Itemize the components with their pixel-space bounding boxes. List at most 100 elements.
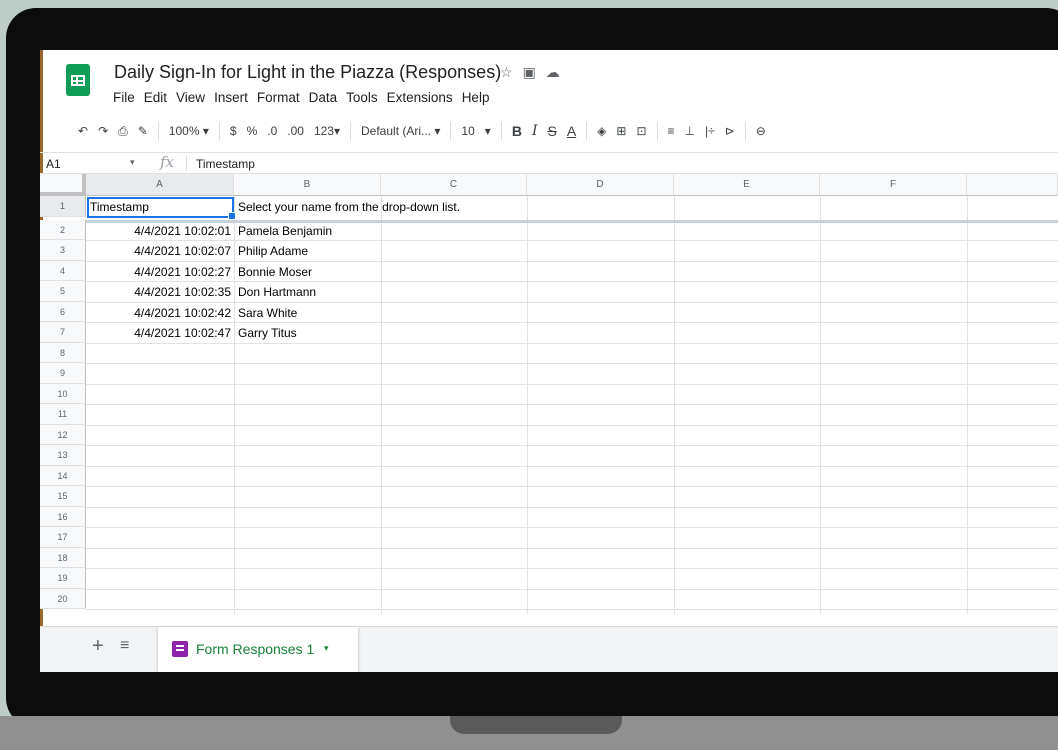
row-header-2[interactable]: 2: [40, 219, 86, 240]
row-header-3[interactable]: 3: [40, 240, 86, 261]
percent-button[interactable]: %: [247, 124, 258, 138]
italic-button[interactable]: I: [532, 123, 538, 139]
text-wrap-icon[interactable]: |÷: [705, 124, 715, 138]
spreadsheet-grid[interactable]: A B C D E F 1 2 3 4 5 6 7 8 9 10 11 12 13 14 15 16 17 18 1…: [40, 174, 1058, 614]
cell-a2[interactable]: 4/4/2021 10:02:01: [87, 221, 234, 241]
row-header-12[interactable]: 12: [40, 424, 86, 445]
row-header-20[interactable]: 20: [40, 588, 86, 609]
paint-format-icon[interactable]: ✎: [138, 124, 148, 138]
cell-a7[interactable]: 4/4/2021 10:02:47: [87, 323, 234, 343]
sheet-tab-form-responses[interactable]: Form Responses 1 ▾: [158, 627, 358, 672]
cell-a4[interactable]: 4/4/2021 10:02:27: [87, 262, 234, 282]
select-all-corner[interactable]: [40, 174, 86, 196]
sheet-tab-bar: + ≡ Form Responses 1 ▾: [40, 626, 1058, 672]
all-sheets-icon[interactable]: ≡: [120, 637, 129, 655]
merge-cells-icon[interactable]: ⊡: [636, 124, 646, 138]
menu-help[interactable]: Help: [462, 90, 490, 105]
chevron-down-icon[interactable]: ▾: [324, 643, 329, 654]
cell-b6[interactable]: Sara White: [235, 303, 381, 323]
strikethrough-button[interactable]: S: [547, 123, 556, 139]
add-sheet-button[interactable]: +: [92, 635, 104, 658]
menu-edit[interactable]: Edit: [144, 90, 167, 105]
chevron-down-icon[interactable]: ▾: [130, 157, 135, 168]
row-header-17[interactable]: 17: [40, 527, 86, 548]
text-rotate-icon[interactable]: ⊳: [725, 124, 735, 138]
row-header-9[interactable]: 9: [40, 363, 86, 384]
chevron-down-icon: ▾: [333, 124, 340, 138]
redo-icon[interactable]: ↷: [98, 124, 108, 138]
document-title[interactable]: Daily Sign-In for Light in the Piazza (R…: [114, 62, 501, 83]
sheets-logo-icon[interactable]: [66, 64, 90, 96]
more-formats-label: 123: [313, 124, 334, 138]
row-gridline: [86, 568, 1058, 569]
vertical-align-icon[interactable]: ⊥: [685, 124, 695, 138]
text-color-button[interactable]: A: [567, 123, 576, 139]
undo-icon[interactable]: ↶: [78, 124, 88, 138]
row-header-15[interactable]: 15: [40, 486, 86, 507]
cloud-status-icon[interactable]: ☁: [546, 64, 560, 81]
toolbar-divider: [656, 122, 658, 140]
currency-button[interactable]: $: [230, 124, 237, 138]
increase-decimal-button[interactable]: .00: [287, 124, 304, 138]
menu-tools[interactable]: Tools: [346, 90, 378, 105]
row-header-1[interactable]: 1: [40, 196, 86, 217]
menu-file[interactable]: File: [113, 90, 135, 105]
menu-data[interactable]: Data: [309, 90, 338, 105]
column-header-a[interactable]: A: [86, 174, 234, 196]
cell-a6[interactable]: 4/4/2021 10:02:42: [87, 303, 234, 323]
row-gridline: [86, 383, 1058, 385]
column-header-c[interactable]: C: [381, 174, 527, 196]
row-header-6[interactable]: 6: [40, 301, 86, 322]
menu-insert[interactable]: Insert: [214, 90, 248, 105]
row-header-14[interactable]: 14: [40, 465, 86, 486]
selected-cell-highlight: [87, 197, 236, 220]
column-header-g[interactable]: [967, 174, 1058, 196]
star-icon[interactable]: ☆: [500, 64, 513, 81]
name-box[interactable]: A1: [46, 157, 61, 171]
row-header-18[interactable]: 18: [40, 547, 86, 568]
row-header-16[interactable]: 16: [40, 506, 86, 527]
column-header-e[interactable]: E: [674, 174, 820, 196]
menu-extensions[interactable]: Extensions: [387, 90, 453, 105]
link-icon[interactable]: ⊖: [756, 124, 766, 138]
formula-input[interactable]: Timestamp: [196, 157, 255, 171]
cell-b3[interactable]: Philip Adame: [235, 241, 381, 261]
row-header-13[interactable]: 13: [40, 445, 86, 466]
row-header-10[interactable]: 10: [40, 383, 86, 404]
column-header-d[interactable]: D: [527, 174, 674, 196]
column-header-f[interactable]: F: [820, 174, 967, 196]
horizontal-align-icon[interactable]: ≡: [668, 124, 675, 138]
menu-view[interactable]: View: [176, 90, 205, 105]
fill-color-icon[interactable]: ◈: [597, 124, 606, 138]
cell-b7[interactable]: Garry Titus: [235, 323, 381, 343]
row-gridline: [86, 609, 1058, 610]
more-formats-button[interactable]: 123▾: [314, 124, 340, 138]
cell-b2[interactable]: Pamela Benjamin: [235, 221, 381, 241]
row-header-8[interactable]: 8: [40, 342, 86, 363]
row-header-19[interactable]: 19: [40, 568, 86, 589]
row-header-5[interactable]: 5: [40, 281, 86, 302]
bold-button[interactable]: B: [512, 123, 522, 139]
decrease-decimal-button[interactable]: .0: [267, 124, 277, 138]
menu-format[interactable]: Format: [257, 90, 300, 105]
font-size-select[interactable]: 10 ▾: [461, 124, 490, 138]
chevron-down-icon: ▾: [434, 124, 441, 138]
cell-b4[interactable]: Bonnie Moser: [235, 262, 381, 282]
cell-b1[interactable]: Select your name from the drop-down list…: [235, 197, 555, 217]
sheets-window: Daily Sign-In for Light in the Piazza (R…: [40, 50, 1058, 672]
folder-move-icon[interactable]: ▣: [523, 64, 536, 81]
zoom-select[interactable]: 100% ▾: [169, 124, 209, 138]
row-header-7[interactable]: 7: [40, 322, 86, 343]
column-gridline: [820, 196, 821, 614]
row-header-4[interactable]: 4: [40, 260, 86, 281]
cell-a5[interactable]: 4/4/2021 10:02:35: [87, 282, 234, 302]
borders-icon[interactable]: ⊞: [616, 124, 626, 138]
print-icon[interactable]: ⎙: [118, 124, 128, 139]
row-header-11[interactable]: 11: [40, 404, 86, 425]
font-select[interactable]: Default (Ari... ▾: [361, 124, 440, 138]
toolbar-divider: [350, 122, 351, 140]
cell-a3[interactable]: 4/4/2021 10:02:07: [87, 241, 234, 261]
cell-b5[interactable]: Don Hartmann: [235, 282, 381, 302]
column-header-b[interactable]: B: [234, 174, 381, 196]
sheet-tab-label: Form Responses 1: [196, 641, 315, 657]
